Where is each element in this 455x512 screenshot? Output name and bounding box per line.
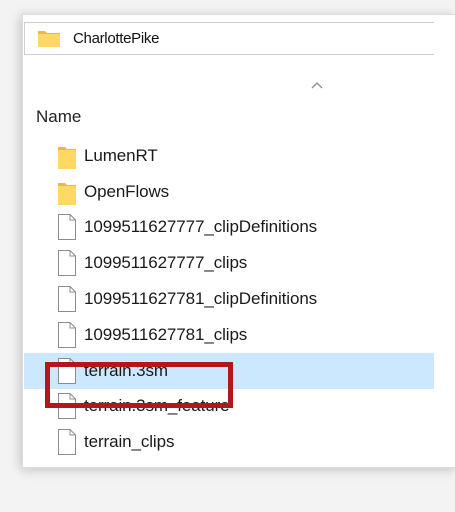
list-item-file[interactable]: 1099511627781_clips [24,317,434,353]
file-name: 1099511627781_clipDefinitions [84,289,318,309]
file-name: terrain.3sm_feature [84,396,230,416]
list-item-file[interactable]: 1099511627777_clipDefinitions [24,210,434,246]
file-icon [58,429,76,456]
file-name: 1099511627777_clipDefinitions [84,217,318,237]
file-icon [58,214,76,241]
file-icon [58,393,76,420]
file-icon [58,357,76,384]
file-name: LumenRT [84,145,158,165]
sort-ascending-arrow-icon [311,76,323,94]
list-item-folder[interactable]: OpenFlows [24,174,434,210]
list-item-file[interactable]: 1099511627777_clips [24,245,434,281]
address-path: CharlottePike [73,30,160,47]
list-item-file-selected[interactable]: terrain.3sm [24,352,434,389]
file-name: OpenFlows [84,181,170,201]
list-item-folder[interactable]: LumenRT [24,138,434,174]
column-header[interactable]: Name [24,70,434,136]
name-column-header[interactable]: Name [36,107,81,127]
address-bar[interactable]: CharlottePike [24,22,434,55]
file-name: terrain.3sm [84,360,168,380]
file-icon [58,321,76,348]
list-item-file[interactable]: terrain.3sm_feature [24,389,434,425]
folder-icon [58,146,76,169]
file-name: terrain_clips [84,432,175,452]
file-name: 1099511627777_clips [84,253,248,273]
file-icon [58,286,76,313]
file-icon [58,250,76,277]
file-name: 1099511627781_clips [84,324,248,344]
folder-icon [37,28,61,53]
list-item-file[interactable]: 1099511627781_clipDefinitions [24,281,434,317]
folder-icon [58,182,76,205]
file-list: LumenRT OpenFlows 1099511627777_clipDefi… [24,138,434,460]
list-item-file[interactable]: terrain_clips [24,424,434,460]
